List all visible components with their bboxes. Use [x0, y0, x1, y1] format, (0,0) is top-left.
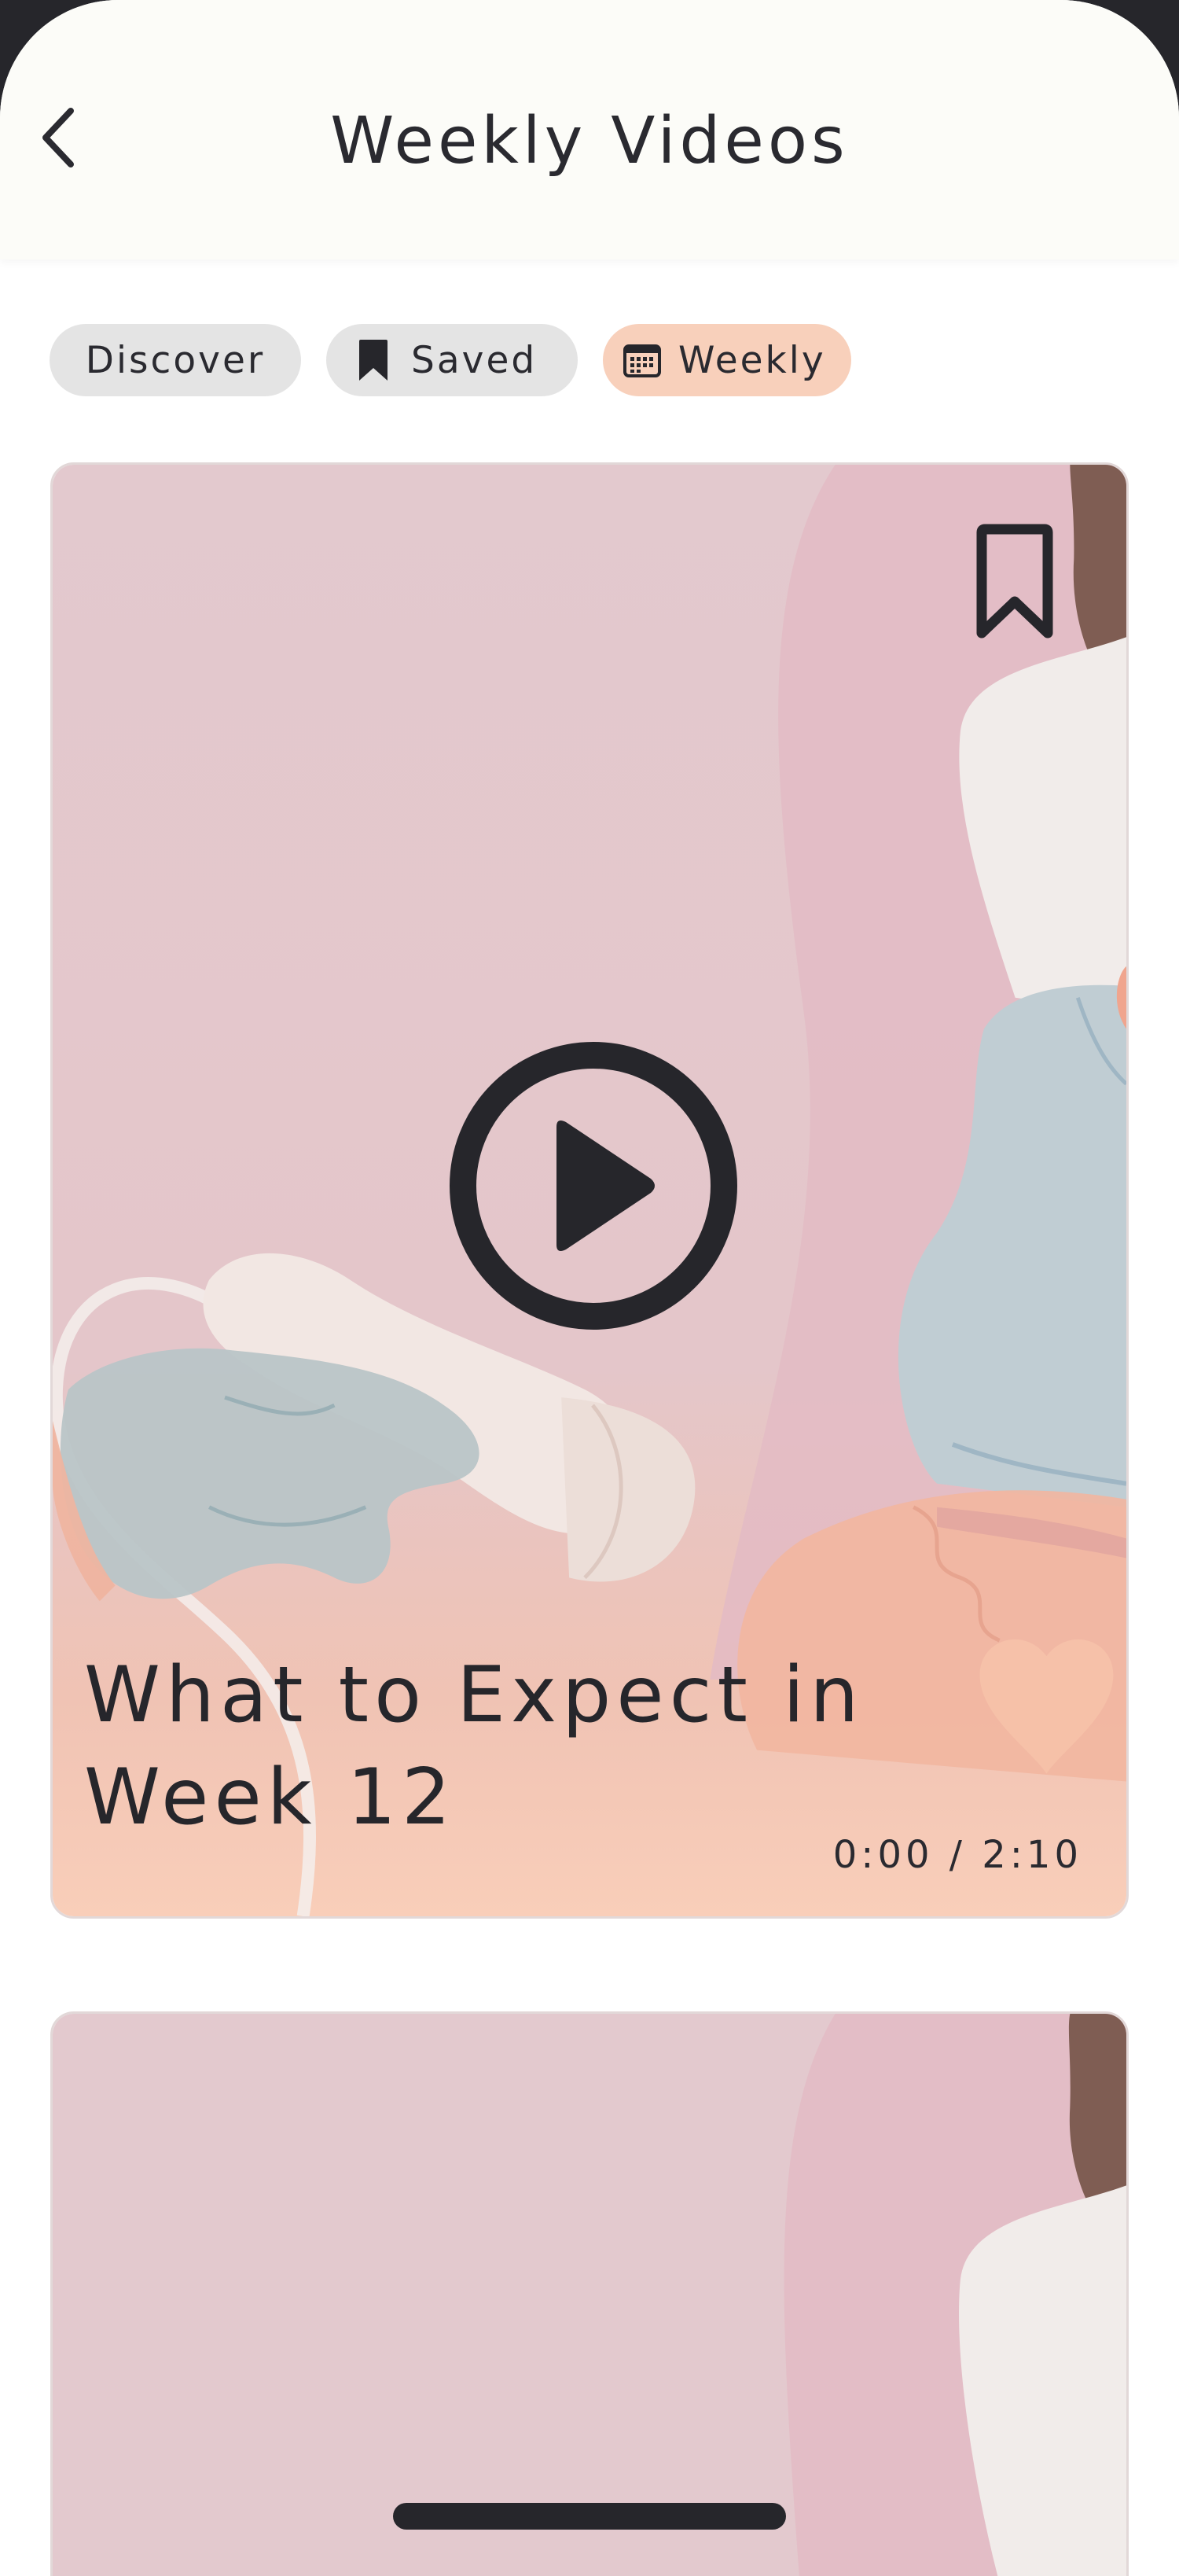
video-card[interactable]: What to Expect in Week 12 0:00 / 2:10 [50, 462, 1129, 1919]
tab-weekly[interactable]: Weekly [603, 324, 851, 396]
filter-tabs: Discover Saved Weekly [50, 324, 851, 396]
page-title: Weekly Videos [330, 104, 849, 178]
tab-label: Saved [411, 338, 538, 382]
bookmark-button[interactable] [975, 523, 1054, 641]
video-title-line: Week 12 [84, 1753, 457, 1842]
video-thumbnail-illustration [53, 2014, 1126, 2576]
tab-label: Weekly [678, 338, 826, 382]
tab-discover[interactable]: Discover [50, 324, 301, 396]
home-indicator[interactable] [393, 2503, 786, 2530]
play-button[interactable] [448, 1040, 739, 1331]
bookmark-outline-icon [976, 524, 1053, 638]
video-title: What to Expect in Week 12 [84, 1644, 909, 1849]
video-time: 0:00 / 2:10 [832, 1833, 1082, 1877]
play-circle-icon [450, 1042, 737, 1330]
tab-saved[interactable]: Saved [326, 324, 578, 396]
video-title-line: What to Expect in [84, 1650, 865, 1740]
calendar-icon [623, 343, 661, 377]
app-screen: Weekly Videos Discover Saved Weekly What… [0, 0, 1179, 2576]
video-card[interactable] [50, 2011, 1129, 2576]
bookmark-icon [358, 338, 389, 382]
tab-label: Discover [85, 338, 266, 382]
header-bar: Weekly Videos [0, 0, 1179, 259]
